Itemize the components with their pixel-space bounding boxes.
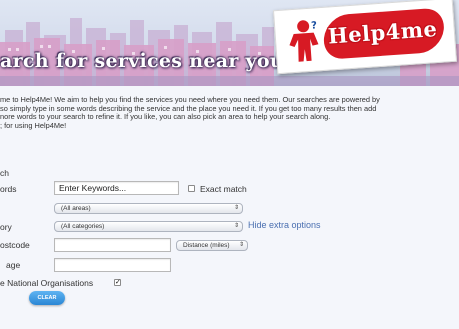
distance-select-value: Distance (miles) (183, 242, 230, 249)
select-arrows-icon: ⇕ (233, 223, 239, 229)
national-orgs-checkbox[interactable]: ✓ (114, 279, 121, 286)
search-form: ch ords Enter Keywords... Exact match (A… (0, 160, 459, 329)
select-arrows-icon: ⇕ (238, 242, 244, 248)
section-label: ch (0, 168, 9, 178)
exact-match-checkbox[interactable] (188, 185, 195, 192)
category-select[interactable]: (All categories) ⇕ (54, 221, 243, 232)
category-label: ory (0, 222, 12, 232)
keywords-label: ords (0, 184, 17, 194)
intro-line: nore words to your search to refine it. … (0, 112, 331, 122)
intro-line: ; for using Help4Me! (0, 120, 67, 130)
national-orgs-label: e National Organisations (0, 278, 94, 288)
area-select[interactable]: (All areas) ⇕ (54, 203, 243, 214)
hide-extra-options-link[interactable]: Hide extra options (248, 220, 321, 230)
help4me-logo[interactable]: ? Help4me (272, 0, 458, 75)
header-banner: arch for services near you... ? Help4me (0, 0, 459, 86)
age-input[interactable] (54, 258, 171, 272)
age-label: age (6, 260, 21, 270)
postcode-input[interactable] (54, 238, 171, 252)
category-select-value: (All categories) (61, 223, 105, 230)
distance-select[interactable]: Distance (miles) ⇕ (176, 240, 248, 251)
exact-match-label: Exact match (200, 184, 247, 194)
person-icon: ? (289, 20, 319, 62)
banner-title: arch for services near you... (0, 50, 305, 72)
area-select-value: (All areas) (61, 205, 91, 212)
svg-text:?: ? (311, 20, 318, 31)
keywords-input[interactable]: Enter Keywords... (54, 181, 179, 195)
postcode-label: ostcode (0, 240, 30, 250)
intro-text: me to Help4Me! We aim to help you find t… (0, 95, 450, 130)
clear-button[interactable]: CLEAR (29, 291, 65, 305)
select-arrows-icon: ⇕ (233, 205, 239, 211)
